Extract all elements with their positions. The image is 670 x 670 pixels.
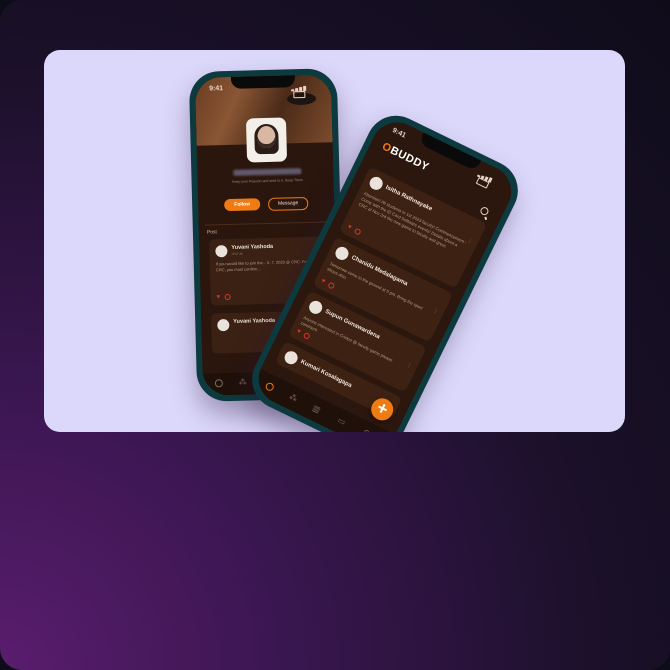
like-icon[interactable]: ♥ — [346, 224, 352, 231]
comment-icon[interactable] — [353, 227, 362, 236]
profile-avatar[interactable] — [245, 117, 288, 163]
post-author[interactable]: Yuvani Yashoda — [233, 318, 275, 325]
profile-icon[interactable]: ⚲ — [361, 428, 370, 432]
comment-icon[interactable] — [224, 293, 231, 301]
divider — [204, 221, 329, 226]
home-icon[interactable] — [214, 379, 223, 388]
post-author[interactable]: Kumari Kosalagapa — [299, 359, 352, 389]
profile-bio: Keep your Passion and stick to it. Keep … — [232, 178, 304, 184]
like-icon[interactable]: ♥ — [217, 294, 221, 300]
comment-icon[interactable] — [302, 331, 311, 340]
like-icon[interactable]: ♥ — [296, 328, 302, 335]
post-avatar — [306, 298, 325, 317]
post-avatar — [367, 174, 385, 193]
post-avatar — [333, 244, 351, 263]
post-avatar — [215, 245, 228, 258]
comment-icon[interactable] — [327, 281, 336, 290]
more-options-icon[interactable]: ⋮ — [405, 362, 413, 370]
chat-icon[interactable]: ▭ — [336, 416, 347, 427]
post-avatar — [282, 349, 300, 367]
message-button[interactable]: Message — [268, 196, 309, 211]
post-author[interactable]: Yuvani Yashoda — [231, 244, 273, 251]
community-icon[interactable]: ⁂ — [239, 378, 247, 387]
search-icon[interactable] — [479, 205, 490, 217]
home-icon[interactable] — [264, 381, 276, 393]
post-time: 2023 4th — [231, 251, 244, 256]
avatar-face — [257, 125, 276, 149]
map-icon[interactable]: ▥ — [311, 403, 322, 414]
more-options-icon[interactable]: ⋮ — [466, 238, 474, 246]
more-options-icon[interactable]: ⋮ — [431, 308, 439, 316]
like-icon[interactable]: ♥ — [320, 278, 326, 285]
posts-section-title: Post — [206, 229, 218, 236]
status-time: 9:41 — [391, 127, 407, 140]
battery-icon — [293, 90, 306, 99]
status-time: 9:41 — [209, 85, 224, 93]
signal-icon — [291, 84, 317, 99]
showcase-card: 9:41 Keep your Passion and stick to it. … — [44, 50, 625, 432]
community-icon[interactable]: ⁂ — [288, 392, 299, 404]
post-avatar — [217, 319, 230, 332]
phone-notch — [230, 75, 296, 89]
background-frame: 9:41 Keep your Passion and stick to it. … — [0, 0, 670, 670]
follow-button[interactable]: Follow — [224, 198, 261, 212]
signal-icon — [475, 170, 503, 189]
profile-name-blurred — [233, 168, 302, 176]
